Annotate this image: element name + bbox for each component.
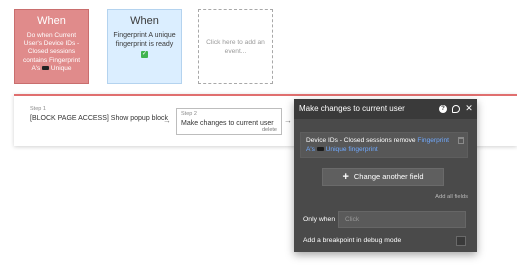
add-event-card[interactable]: Click here to add an event... <box>198 9 273 84</box>
event-card-current-user[interactable]: When Do when Current User's Device IDs -… <box>14 9 89 84</box>
help-icon[interactable]: ? <box>439 105 447 113</box>
check-icon: ✓ <box>141 51 148 58</box>
fingerprint-icon <box>316 147 324 151</box>
workflow-step-1[interactable]: Step 1 [BLOCK PAGE ACCESS] Show popup bl… <box>30 106 168 123</box>
event-card-fingerprint-ready[interactable]: When Fingerprint A unique fingerprint is… <box>107 9 182 84</box>
field-change-row[interactable]: Device IDs - Closed sessions remove Fing… <box>300 132 468 158</box>
delete-step-link[interactable]: delete <box>262 127 277 133</box>
trash-icon[interactable] <box>458 137 464 144</box>
arrow-right-icon: → <box>163 116 171 125</box>
action-property-panel: Make changes to current user ? ✕ Device … <box>294 99 477 252</box>
breakpoint-label: Add a breakpoint in debug mode <box>303 237 402 244</box>
event-title: When <box>37 15 66 27</box>
fingerprint-icon <box>42 65 50 70</box>
add-event-text: Click here to add an event... <box>206 39 265 55</box>
field-name: Device IDs - Closed sessions remove <box>306 137 416 144</box>
plus-icon: + <box>342 171 349 183</box>
add-all-fields-link[interactable]: Add all fields <box>435 194 468 200</box>
panel-title: Make changes to current user <box>299 104 405 113</box>
event-description: Fingerprint A unique fingerprint is read… <box>113 32 176 58</box>
event-title: When <box>130 15 159 27</box>
field-value-suffix[interactable]: Unique fingerprint <box>326 146 378 153</box>
change-another-field-button[interactable]: + Change another field <box>322 168 444 186</box>
workflow-step-2[interactable]: Step 2 Make changes to current user dele… <box>176 108 282 135</box>
event-description: Do when Current User's Device IDs - Clos… <box>22 32 81 72</box>
panel-header[interactable]: Make changes to current user ? ✕ <box>294 99 477 119</box>
step-label: Step 1 <box>30 106 46 112</box>
field-value[interactable]: Fingerprint <box>417 137 449 144</box>
arrow-right-icon: → <box>284 116 292 125</box>
step-text: [BLOCK PAGE ACCESS] Show popup block <box>30 115 168 122</box>
field-value-prefix[interactable]: A's <box>306 146 315 153</box>
breakpoint-checkbox[interactable] <box>456 236 466 246</box>
comment-icon[interactable] <box>452 105 460 113</box>
only-when-input[interactable]: Click <box>338 211 466 228</box>
step-label: Step 2 <box>181 111 197 117</box>
close-icon[interactable]: ✕ <box>465 104 473 113</box>
only-when-label: Only when <box>303 216 336 223</box>
